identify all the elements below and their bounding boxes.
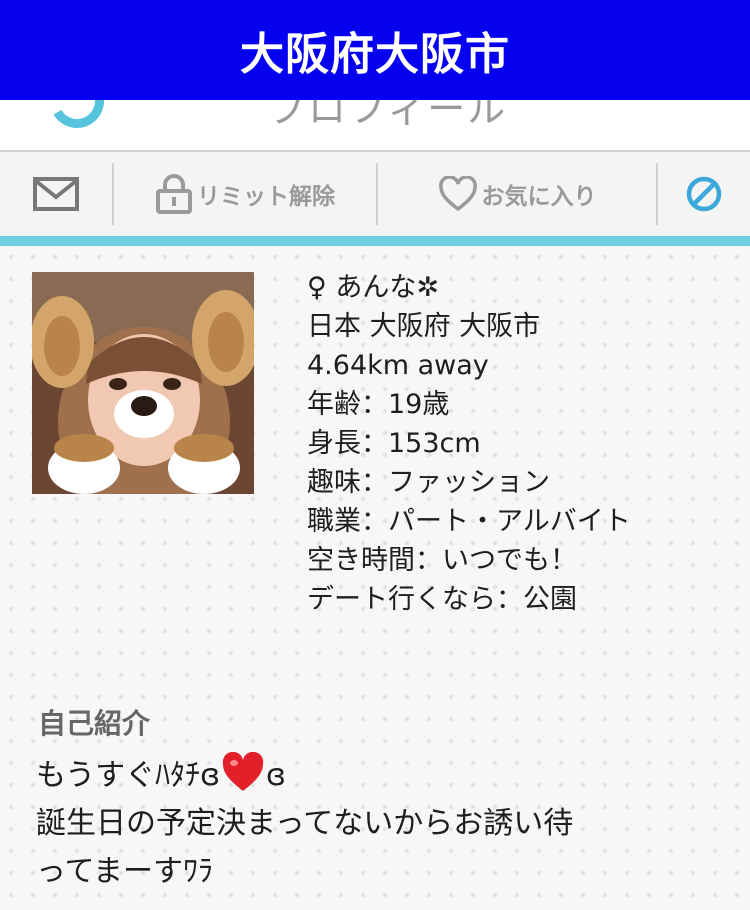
app-header: プロフィール bbox=[0, 100, 750, 150]
lock-icon bbox=[156, 174, 192, 214]
mail-icon bbox=[33, 177, 79, 211]
intro-text: もうすぐﾊﾀﾁɞ ɞ 誕生日の予定決まってないからお誘い待 ってまーすﾜﾗ bbox=[36, 751, 726, 896]
profile-name: ♀ あんな✲ bbox=[307, 272, 439, 303]
intro-line-text: もうすぐﾊﾀﾁ bbox=[36, 758, 201, 793]
accent-bar bbox=[0, 236, 750, 246]
favorite-label: お気に入り bbox=[481, 184, 597, 210]
app-logo-icon bbox=[43, 100, 111, 135]
profile-content: ♀ あんな✲ 日本 大阪府 大阪市 4.64km away 年齢：19歳 身長：… bbox=[0, 246, 750, 910]
profile-location: 日本 大阪府 大阪市 bbox=[307, 311, 541, 342]
intro-line-text: ɞ bbox=[266, 758, 286, 793]
heart-icon bbox=[222, 751, 264, 791]
profile-age: 年齢：19歳 bbox=[307, 389, 450, 420]
profile-date-spot: デート行くなら：公園 bbox=[307, 584, 577, 615]
profile-height: 身長：153cm bbox=[307, 428, 481, 459]
location-banner: 大阪府大阪市 bbox=[0, 0, 750, 100]
send-message-button[interactable] bbox=[0, 152, 112, 236]
intro-line: 誕生日の予定決まってないからお誘い待 bbox=[36, 806, 574, 841]
page-title: プロフィール bbox=[268, 100, 508, 131]
limit-release-label: リミット解除 bbox=[197, 184, 335, 210]
profile-info: ♀ あんな✲ 日本 大阪府 大阪市 4.64km away 年齢：19歳 身長：… bbox=[307, 268, 631, 619]
profile-toolbar: リミット解除 お気に入り bbox=[0, 152, 750, 236]
profile-distance: 4.64km away bbox=[307, 350, 489, 381]
intro-line: もうすぐﾊﾀﾁɞ ɞ bbox=[36, 751, 726, 800]
profile-hobby: 趣味：ファッション bbox=[307, 467, 550, 498]
limit-release-button[interactable]: リミット解除 bbox=[114, 152, 376, 236]
intro-heading: 自己紹介 bbox=[38, 707, 151, 740]
heart-outline-icon bbox=[438, 176, 477, 212]
block-button[interactable] bbox=[658, 152, 750, 236]
intro-line-text: ɞ bbox=[200, 758, 221, 793]
block-icon bbox=[686, 176, 722, 212]
profile-job: 職業：パート・アルバイト bbox=[307, 506, 631, 537]
profile-free-time: 空き時間：いつでも！ bbox=[307, 545, 577, 576]
intro-line: ってまーすﾜﾗ bbox=[36, 854, 213, 889]
favorite-button[interactable]: お気に入り bbox=[378, 152, 656, 236]
profile-photo[interactable] bbox=[32, 272, 254, 494]
